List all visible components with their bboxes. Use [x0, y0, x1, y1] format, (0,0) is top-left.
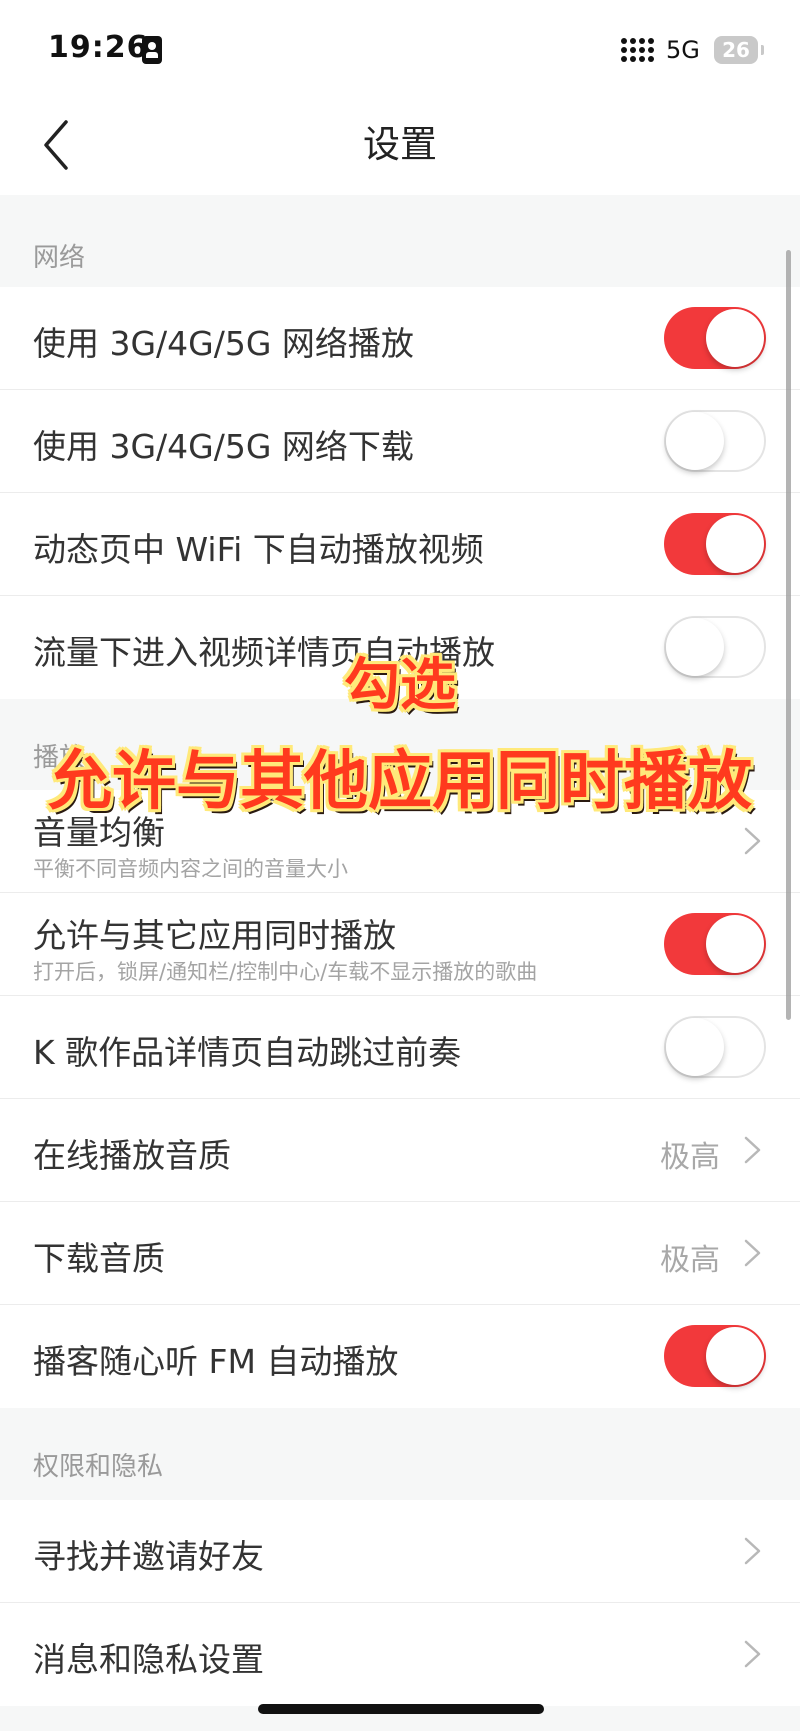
network-type: 5G: [666, 36, 700, 64]
setting-title: 动态页中 WiFi 下自动播放视频: [33, 530, 484, 569]
setting-subtitle: 打开后，锁屏/通知栏/控制中心/车载不显示播放的歌曲: [33, 960, 538, 984]
overlay-caption-line1: 勾选: [344, 653, 456, 718]
chevron-right-icon: [744, 1136, 761, 1164]
setting-row-podcast-fm-autoplay[interactable]: 播客随心听 FM 自动播放: [0, 1305, 800, 1408]
overlay-caption-line2: 允许与其他应用同时播放: [48, 745, 752, 819]
wifi-autoplay-toggle[interactable]: [664, 513, 766, 575]
setting-title: 下载音质: [33, 1239, 165, 1278]
section-label: 权限和隐私: [33, 1452, 164, 1482]
setting-title: 寻找并邀请好友: [33, 1537, 264, 1576]
karaoke-skip-intro-toggle[interactable]: [664, 1016, 766, 1078]
chevron-right-icon: [744, 1640, 761, 1668]
mix-with-others-toggle[interactable]: [664, 913, 766, 975]
setting-title: 使用 3G/4G/5G 网络下载: [33, 427, 414, 466]
setting-subtitle: 平衡不同音频内容之间的音量大小: [33, 857, 348, 881]
setting-row-karaoke-skip-intro[interactable]: K 歌作品详情页自动跳过前奏: [0, 996, 800, 1099]
setting-title: K 歌作品详情页自动跳过前奏: [33, 1033, 462, 1072]
battery-icon: 26: [714, 36, 758, 64]
setting-title: 使用 3G/4G/5G 网络播放: [33, 324, 414, 363]
status-bar: 19:26 5G 26: [0, 0, 800, 95]
setting-row-online-quality[interactable]: 在线播放音质 极高: [0, 1099, 800, 1202]
signal-strength-icon: [621, 38, 654, 62]
network-download-toggle[interactable]: [664, 410, 766, 472]
setting-title: 播客随心听 FM 自动播放: [33, 1342, 399, 1381]
network-play-toggle[interactable]: [664, 307, 766, 369]
podcast-fm-autoplay-toggle[interactable]: [664, 1325, 766, 1387]
setting-row-wifi-autoplay[interactable]: 动态页中 WiFi 下自动播放视频: [0, 493, 800, 596]
setting-row-message-privacy[interactable]: 消息和隐私设置: [0, 1603, 800, 1706]
home-indicator[interactable]: [258, 1704, 544, 1714]
status-time: 19:26: [48, 30, 149, 65]
chevron-right-icon: [744, 1537, 761, 1565]
setting-value: 极高: [660, 1243, 720, 1278]
chevron-right-icon: [744, 827, 761, 855]
battery-cap: [761, 45, 764, 55]
setting-row-mix-with-others[interactable]: 允许与其它应用同时播放 打开后，锁屏/通知栏/控制中心/车载不显示播放的歌曲: [0, 893, 800, 996]
contact-card-icon: [142, 36, 162, 64]
setting-title: 允许与其它应用同时播放: [33, 916, 396, 955]
setting-title: 消息和隐私设置: [33, 1640, 264, 1679]
section-header-network: 网络: [0, 195, 800, 287]
setting-row-invite-friends[interactable]: 寻找并邀请好友: [0, 1500, 800, 1603]
section-header-privacy: 权限和隐私: [0, 1408, 800, 1500]
page-title: 设置: [363, 123, 437, 166]
setting-row-network-play[interactable]: 使用 3G/4G/5G 网络播放: [0, 287, 800, 390]
scrollbar[interactable]: [786, 250, 791, 1020]
setting-row-download-quality[interactable]: 下载音质 极高: [0, 1202, 800, 1305]
chevron-right-icon: [744, 1239, 761, 1267]
setting-row-network-download[interactable]: 使用 3G/4G/5G 网络下载: [0, 390, 800, 493]
section-label: 网络: [33, 243, 86, 273]
setting-title: 在线播放音质: [33, 1136, 231, 1175]
setting-value: 极高: [660, 1140, 720, 1175]
